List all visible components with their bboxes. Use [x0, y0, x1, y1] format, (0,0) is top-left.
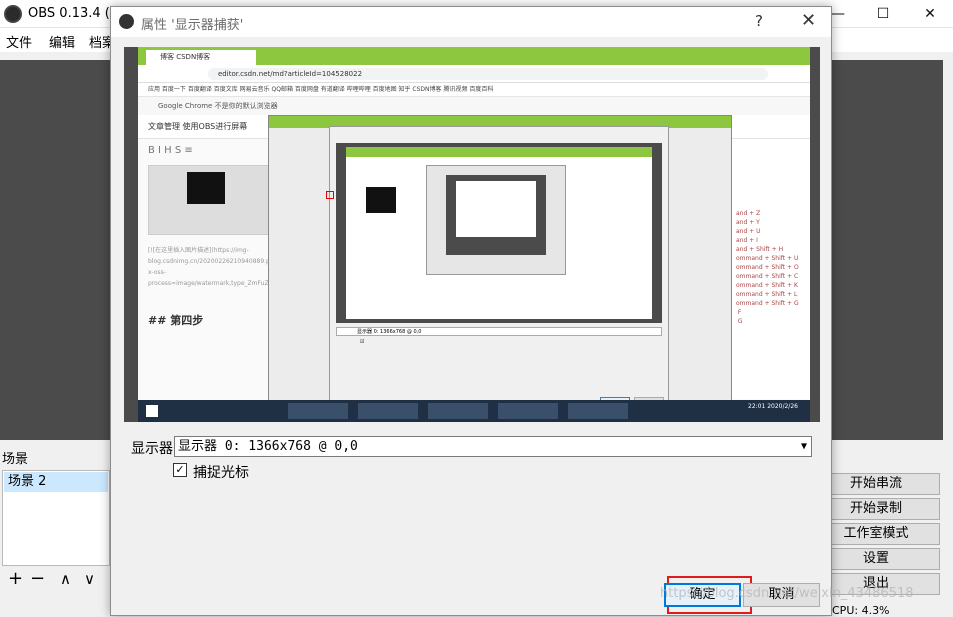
- menu-file[interactable]: 文件: [6, 32, 32, 51]
- move-scene-down-button[interactable]: ∨: [84, 570, 95, 588]
- dialog-titlebar: 属性 '显示器捕获' ? ✕: [111, 7, 831, 37]
- cpu-status: CPU: 4.3%: [832, 604, 890, 617]
- display-select[interactable]: 显示器 0: 1366x768 @ 0,0 ▼: [174, 436, 812, 457]
- captured-markdown-text: [![在这里插入图片描述](https://img-blog.csdnimg.c…: [148, 247, 268, 287]
- captured-nested-display-select: 显示器 0: 1366x768 @ 0,0: [336, 327, 662, 336]
- captured-address-bar: editor.csdn.net/md?articleId=104528022: [138, 65, 810, 83]
- captured-step-heading: ## 第四步: [148, 314, 204, 327]
- properties-dialog: 属性 '显示器捕获' ? ✕ 博客 CSDN博客 editor.csdn.net…: [110, 6, 832, 616]
- menu-edit[interactable]: 编辑: [49, 32, 75, 51]
- checkmark-icon[interactable]: ✓: [173, 463, 187, 477]
- obs-preview-strip: [830, 60, 943, 440]
- captured-editor: 文章管理 使用OBS进行屏幕 B I H S ≡ [![在这里插入图片描述](h…: [138, 115, 810, 416]
- scene-item[interactable]: 场景 2: [4, 472, 108, 492]
- help-icon[interactable]: ?: [755, 12, 763, 30]
- maximize-icon[interactable]: ☐: [860, 0, 906, 28]
- display-label: 显示器: [131, 441, 173, 457]
- chevron-down-icon: ▼: [800, 441, 807, 452]
- captured-nested-checkbox: ☑: [360, 339, 365, 345]
- captured-windows-icon: [146, 405, 158, 417]
- watermark-text: https://blog.csdn.net/weixin_43486518: [660, 586, 914, 601]
- add-scene-button[interactable]: +: [8, 568, 23, 589]
- display-capture-preview: 博客 CSDN博客 editor.csdn.net/md?articleId=1…: [124, 47, 820, 422]
- obs-dialog-icon: [119, 14, 134, 29]
- captured-browser-tabstrip: 博客 CSDN博客: [138, 47, 810, 65]
- captured-thumbnail: [148, 165, 272, 235]
- capture-cursor-label: 捕捉光标: [193, 465, 249, 481]
- captured-clock: 22:01 2020/2/26: [748, 403, 798, 410]
- captured-editor-toolbar: B I H S ≡: [148, 145, 193, 156]
- scenes-list[interactable]: 场景 2: [2, 470, 110, 566]
- captured-shortcut-list: and + Z and + Y and + U and + I and + Sh…: [732, 139, 810, 399]
- captured-screen: 博客 CSDN博客 editor.csdn.net/md?articleId=1…: [138, 47, 810, 422]
- obs-app-icon: [4, 5, 22, 23]
- scenes-label: 场景: [2, 452, 29, 467]
- captured-taskbar: 22:01 2020/2/26: [138, 400, 810, 422]
- remove-scene-button[interactable]: −: [30, 568, 45, 589]
- display-select-value: 显示器 0: 1366x768 @ 0,0: [178, 439, 358, 454]
- dialog-close-icon[interactable]: ✕: [801, 10, 816, 31]
- dialog-title: 属性 '显示器捕获': [141, 18, 244, 33]
- move-scene-up-button[interactable]: ∧: [60, 570, 71, 588]
- captured-nested-obs: 显示器 0: 1366x768 @ 0,0 ☑: [268, 115, 732, 416]
- scene-toolbar: + − ∧ ∨: [2, 568, 110, 592]
- captured-default-browser-banner: Google Chrome 不是你的默认浏览器: [138, 97, 810, 115]
- close-icon[interactable]: ✕: [907, 0, 953, 28]
- captured-browser-tab: 博客 CSDN博客: [146, 50, 256, 65]
- captured-url: editor.csdn.net/md?articleId=104528022: [208, 68, 768, 80]
- captured-bookmarks-bar: 应用 百度一下 百度翻译 百度文库 网易云音乐 QQ邮箱 百度网盘 有道翻译 哔…: [138, 83, 810, 97]
- captured-red-mark: [326, 191, 334, 199]
